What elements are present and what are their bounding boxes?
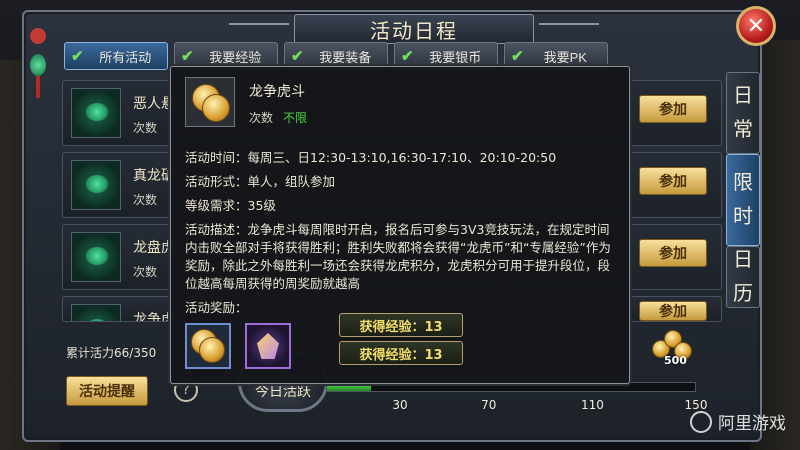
reward-coin-count: 500 <box>664 354 687 367</box>
check-icon: ✔ <box>71 48 84 65</box>
activity-jade-icon <box>71 160 121 210</box>
tab-label: 我要银币 <box>429 49 482 65</box>
popup-count-value: 不限 <box>283 111 308 125</box>
activity-reminder-button[interactable]: 活动提醒 <box>66 376 148 406</box>
tab-label: 我要经验 <box>209 49 262 65</box>
close-icon: ✕ <box>746 13 766 39</box>
chinese-knot-ornament <box>28 28 48 98</box>
activity-jade-icon <box>71 232 121 282</box>
activity-name: 恶人悬 <box>133 96 175 112</box>
side-tab-char: 限 <box>733 172 753 194</box>
watermark-logo-icon <box>690 410 712 433</box>
title-bar: 活动日程 <box>229 14 599 44</box>
title-ornament-left <box>229 23 289 37</box>
side-tab-limited-time[interactable]: 限 时 <box>726 154 760 246</box>
tab-label: 所有活动 <box>99 49 152 65</box>
side-tab-calendar[interactable]: 日 历 <box>726 246 760 308</box>
join-button[interactable]: 参加 <box>639 301 707 321</box>
window-title: 活动日程 <box>370 20 458 43</box>
check-icon: ✔ <box>511 48 524 65</box>
reward-exp-tag: 获得经验：13 <box>339 341 463 365</box>
milestone-label: 30 <box>392 398 408 412</box>
vitality-progress-fill <box>327 383 372 391</box>
popup-form: 活动形式：单人，组队参加 <box>185 174 336 189</box>
join-button[interactable]: 参加 <box>639 95 707 123</box>
check-icon: ✔ <box>401 48 414 65</box>
check-icon: ✔ <box>291 48 304 65</box>
activity-name: 龙盘虎 <box>133 240 175 256</box>
activity-count-label: 次数 <box>133 193 158 207</box>
activity-name: 真龙矿 <box>133 168 175 184</box>
today-vitality-label: 今日活跃 <box>255 384 311 400</box>
join-button[interactable]: 参加 <box>639 167 707 195</box>
vitality-total: 累计活力66/350 <box>66 346 157 360</box>
tassel-icon <box>36 76 40 98</box>
watermark: 阿里游戏 <box>690 409 786 434</box>
activity-jade-icon <box>71 88 121 138</box>
activity-name: 龙争虎 <box>133 312 175 322</box>
check-icon: ✔ <box>181 48 194 65</box>
milestone-label: 70 <box>481 398 497 412</box>
side-tab-char: 历 <box>733 283 753 305</box>
activity-count-label: 次数 <box>133 265 158 279</box>
activity-detail-popup: 龙争虎斗 次数 不限 活动时间：每周三、日12:30-13:10,16:30-1… <box>170 66 630 384</box>
tab-label: 我要PK <box>543 49 587 65</box>
vitality-milestones: 30 70 110 150 <box>326 398 707 418</box>
popup-level: 等级需求：35级 <box>185 198 276 213</box>
watermark-text: 阿里游戏 <box>718 414 786 433</box>
tab-label: 我要装备 <box>319 49 372 65</box>
jade-pendant-icon <box>30 54 46 76</box>
gold-coins-icon <box>185 77 235 127</box>
join-button[interactable]: 参加 <box>639 239 707 267</box>
activity-count-label: 次数 <box>133 121 158 135</box>
title-ornament-right <box>539 23 599 37</box>
side-tab-char: 日 <box>733 85 753 107</box>
side-tab-daily[interactable]: 日 常 <box>726 72 760 154</box>
activity-jade-icon <box>71 304 121 321</box>
popup-time: 活动时间：每周三、日12:30-13:10,16:30-17:10、20:10-… <box>185 150 557 165</box>
side-tab-char: 常 <box>733 119 753 141</box>
reward-treasure-icon[interactable] <box>245 323 291 369</box>
popup-description: 活动描述：龙争虎斗每周限时开启，报名后可参与3V3竞技玩法，在规定时间内击败全部… <box>185 222 611 291</box>
milestone-label: 110 <box>580 398 604 412</box>
knot-icon <box>30 28 46 44</box>
popup-count-label: 次数 <box>249 111 274 125</box>
side-tab-char: 日 <box>733 249 753 271</box>
reward-exp-tag: 获得经验：13 <box>339 313 463 337</box>
popup-activity-name: 龙争虎斗 <box>249 84 305 100</box>
side-tab-char: 时 <box>733 206 753 228</box>
close-button[interactable]: ✕ <box>736 6 776 46</box>
reward-gold-coins-icon[interactable] <box>185 323 231 369</box>
tab-all-activities[interactable]: ✔ 所有活动 <box>64 42 168 70</box>
